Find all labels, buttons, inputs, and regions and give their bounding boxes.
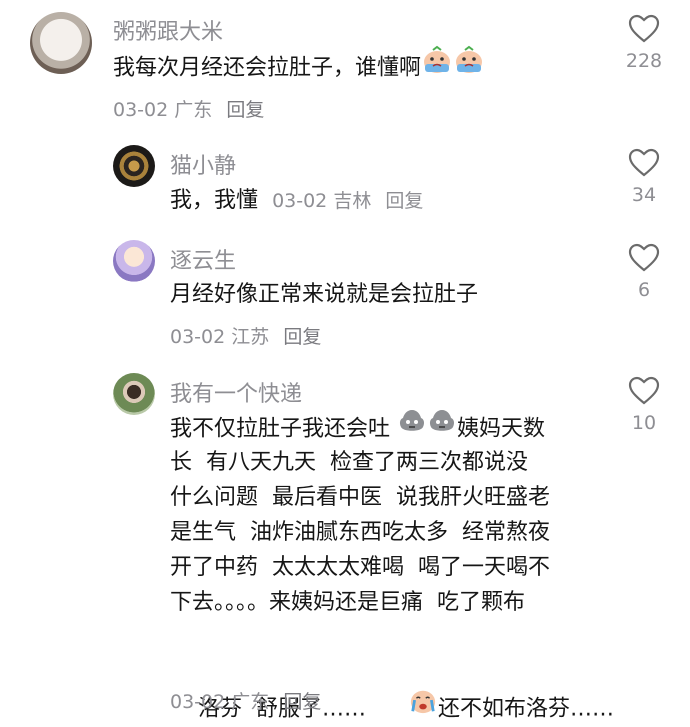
username[interactable]: 粥粥跟大米 bbox=[113, 14, 223, 46]
comment-line: 什么问题 最后看中医 说我肝火旺盛老 bbox=[170, 485, 550, 510]
sweat-face-icon bbox=[398, 407, 426, 446]
comment-meta: 03-02 广东 回复 bbox=[170, 687, 321, 714]
heart-icon bbox=[628, 148, 660, 177]
comment-location: 吉林 bbox=[333, 190, 372, 212]
comment-location: 江苏 bbox=[231, 326, 270, 348]
avatar[interactable] bbox=[30, 12, 92, 74]
avatar[interactable] bbox=[113, 373, 155, 415]
username[interactable]: 猫小静 bbox=[170, 148, 236, 180]
like-button[interactable]: 10 bbox=[614, 376, 674, 434]
reply-button[interactable]: 回复 bbox=[226, 99, 264, 121]
crying-face-icon bbox=[367, 652, 437, 727]
comment-location: 广东 bbox=[174, 99, 213, 121]
comment-date: 03-02 bbox=[170, 691, 226, 713]
username[interactable]: 我有一个快递 bbox=[170, 376, 302, 408]
comment-line: 洛芬 舒服了…… 还不如布洛芬…… bbox=[170, 620, 614, 722]
like-count: 34 bbox=[631, 184, 657, 206]
heart-icon bbox=[628, 14, 660, 43]
crying-face-icon bbox=[422, 45, 452, 86]
comment-date: 03-02 bbox=[113, 99, 169, 121]
comment-line: 我不仅拉肚子我还会吐 姨妈天数 bbox=[170, 410, 614, 445]
comment-text: 我每次月经还会拉肚子，谁懂啊 bbox=[113, 45, 485, 89]
reply-button[interactable]: 回复 bbox=[283, 326, 321, 348]
comment-meta: 03-02 广东 回复 bbox=[113, 95, 264, 122]
reply-button[interactable]: 回复 bbox=[385, 190, 423, 212]
like-button[interactable]: 228 bbox=[614, 14, 674, 72]
heart-icon bbox=[628, 243, 660, 272]
comment-line: 长 有八天九天 检查了两三次都说没 bbox=[170, 450, 528, 475]
avatar[interactable] bbox=[113, 145, 155, 187]
avatar[interactable] bbox=[113, 240, 155, 282]
comment-line: 开了中药 太太太太难喝 喝了一天喝不 bbox=[170, 555, 550, 580]
sweat-face-icon bbox=[428, 407, 456, 446]
comment-date: 03-02 bbox=[170, 326, 226, 348]
like-button[interactable]: 6 bbox=[614, 243, 674, 301]
comment-line: 是生气 油炸油腻东西吃太多 经常熬夜 bbox=[170, 520, 550, 545]
comment-location: 广东 bbox=[231, 691, 270, 713]
comment-text: 我，我懂 03-02 吉林 回复 bbox=[170, 188, 424, 213]
comment-line: 下去。。。。来姨妈还是巨痛 吃了颗布 bbox=[170, 590, 525, 615]
like-button[interactable]: 34 bbox=[614, 148, 674, 206]
reply-button[interactable]: 回复 bbox=[283, 691, 321, 713]
comment-date: 03-02 bbox=[272, 190, 328, 212]
username[interactable]: 逐云生 bbox=[170, 243, 236, 275]
heart-icon bbox=[628, 376, 660, 405]
comment-meta: 03-02 江苏 回复 bbox=[170, 322, 321, 349]
comment-text: 月经好像正常来说就是会拉肚子 bbox=[170, 282, 479, 307]
comment-text: 我不仅拉肚子我还会吐 姨妈天数 长 有八天九天 检查了两三次都说没 什么问题 最… bbox=[170, 410, 614, 722]
like-count: 228 bbox=[625, 50, 663, 72]
like-count: 6 bbox=[637, 279, 651, 301]
crying-face-icon bbox=[454, 45, 484, 86]
like-count: 10 bbox=[631, 412, 657, 434]
